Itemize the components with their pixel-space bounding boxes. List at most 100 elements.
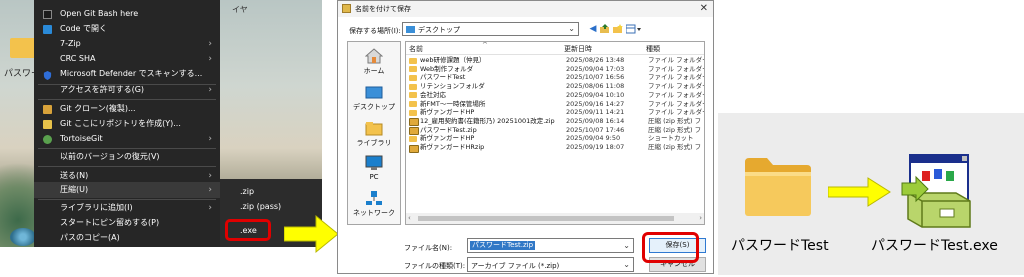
exe-highlight-box xyxy=(225,219,271,241)
view-menu-icon[interactable] xyxy=(625,24,642,34)
scroll-right-icon[interactable]: › xyxy=(699,214,702,222)
menu-item-pin-to-start[interactable]: スタートにピン留めする(P) xyxy=(34,215,220,231)
file-type: ファイル フォルダー xyxy=(648,56,705,64)
network-icon xyxy=(365,190,383,206)
file-name: 新ヴァンガードHP xyxy=(420,134,475,143)
menu-item-add-to-library[interactable]: ライブラリに追加(I) › xyxy=(34,200,220,216)
place-library[interactable]: ライブラリ xyxy=(348,120,400,148)
file-row[interactable]: web研修課題（仲見） 2025/08/26 13:48 ファイル フォルダー xyxy=(406,56,704,65)
file-name: パスワードTest.zip xyxy=(420,125,477,134)
menu-item-grant-access[interactable]: アクセスを許可する(G) › xyxy=(34,82,220,98)
menu-separator xyxy=(38,99,216,100)
file-date: 2025/08/06 11:08 xyxy=(566,82,625,91)
file-date: 2025/09/11 14:21 xyxy=(566,108,625,117)
file-row[interactable]: パスワードTest.zip 2025/10/07 17:46 圧縮 (zip 形式)… xyxy=(406,125,704,136)
submenu-item-zip[interactable]: .zip xyxy=(240,187,254,196)
folder-icon xyxy=(409,109,417,116)
chevron-down-icon: ⌄ xyxy=(568,24,575,33)
file-name: リテンションフォルダ xyxy=(420,82,485,91)
desktop-icon xyxy=(365,84,383,100)
tortoisegit-icon xyxy=(43,135,52,144)
up-folder-icon[interactable] xyxy=(600,24,610,34)
file-type: 圧縮 (zip 形式) フ xyxy=(648,143,702,151)
menu-item-open-git-bash[interactable]: Open Git Bash here xyxy=(34,6,220,22)
menu-item-git-clone[interactable]: Git クローン(複製)... xyxy=(34,101,220,117)
filename-input[interactable]: パスワードTest.zip ⌄ xyxy=(467,238,634,253)
file-row[interactable]: 新FMT～一時保管場所 2025/09/16 14:27 ファイル フォルダー xyxy=(406,100,704,109)
place-home[interactable]: ホーム xyxy=(348,48,400,76)
menu-item-restore-previous[interactable]: 以前のバージョンの復元(V) xyxy=(34,149,220,165)
folder-icon xyxy=(409,74,417,81)
file-row[interactable]: 新ヴァンガードHRzip 2025/09/19 18:07 圧縮 (zip 形式) … xyxy=(406,143,704,153)
save-location-combo[interactable]: デスクトップ ⌄ xyxy=(402,22,579,36)
file-row[interactable]: 新ヴァンガードHP 2025/09/11 14:21 ファイル フォルダー xyxy=(406,108,704,117)
back-icon[interactable]: ◀ xyxy=(588,24,598,34)
horizontal-scrollbar[interactable]: ‹ › xyxy=(406,213,704,224)
submenu-item-zip-pass[interactable]: .zip (pass) xyxy=(240,202,281,211)
menu-item-crc-sha[interactable]: CRC SHA › xyxy=(34,51,220,67)
desktop-folder-icon[interactable] xyxy=(10,38,36,58)
scrollbar-thumb[interactable] xyxy=(418,216,674,221)
scroll-left-icon[interactable]: ‹ xyxy=(408,214,411,222)
dialog-titlebar[interactable]: 名前を付けて保存 ✕ xyxy=(338,1,713,17)
filename-label: ファイル名(N): xyxy=(404,244,453,252)
chevron-right-icon: › xyxy=(208,203,212,213)
save-location-value: デスクトップ xyxy=(418,26,460,34)
git-clone-icon xyxy=(43,105,52,114)
place-network[interactable]: ネットワーク xyxy=(348,190,400,218)
file-type: ファイル フォルダー xyxy=(648,108,705,117)
file-name: 12_雇用契約書(在籍形乃) 20251001改定.zip xyxy=(420,116,555,125)
file-row[interactable]: パスワードTest 2025/10/07 16:56 ファイル フォルダー xyxy=(406,73,704,82)
file-row[interactable]: 新ヴァンガードHP 2025/09/04 9:50 ショートカット xyxy=(406,134,704,143)
menu-item-tortoisegit[interactable]: TortoiseGit › xyxy=(34,131,220,147)
chevron-right-icon: › xyxy=(208,39,212,49)
file-date: 2025/09/19 18:07 xyxy=(566,143,625,151)
menu-item-compress[interactable]: 圧縮(U) › xyxy=(34,182,220,198)
arrow-right-icon xyxy=(828,177,891,207)
menu-item-copy-path[interactable]: パスのコピー(A) xyxy=(34,230,220,246)
file-list: 名前 ^ 更新日時 種類 web研修課題（仲見） 2025/08/26 13:48… xyxy=(405,41,705,225)
menu-item-git-create-repo[interactable]: Git ここにリポジトリを作成(Y)... xyxy=(34,116,220,132)
folder-icon xyxy=(409,83,417,90)
file-type: ファイル フォルダー xyxy=(648,99,705,108)
column-header-date[interactable]: 更新日時 xyxy=(564,44,592,54)
close-icon[interactable]: ✕ xyxy=(700,3,708,14)
git-bash-icon xyxy=(43,10,52,19)
new-folder-icon[interactable] xyxy=(613,24,623,34)
menu-item-defender-scan[interactable]: Microsoft Defender でスキャンする... xyxy=(34,66,220,82)
shortcut-icon xyxy=(409,135,417,142)
file-name: 新ヴァンガードHRzip xyxy=(420,143,485,151)
chevron-right-icon: › xyxy=(208,134,212,144)
file-date: 2025/09/04 9:50 xyxy=(566,134,621,143)
file-name: 新ヴァンガードHP xyxy=(420,108,475,117)
place-pc[interactable]: PC xyxy=(348,155,400,181)
folder-icon[interactable] xyxy=(743,156,813,218)
file-type: 圧縮 (zip 形式) フ xyxy=(648,125,702,134)
menu-item-open-with-code[interactable]: Code で開く xyxy=(34,21,220,37)
file-name: web研修課題（仲見） xyxy=(420,56,486,64)
library-icon xyxy=(365,120,383,136)
save-highlight-box xyxy=(642,232,699,263)
filetype-select[interactable]: アーカイブ ファイル (*.zip) ⌄ xyxy=(467,257,634,272)
dialog-app-icon xyxy=(342,4,351,13)
file-name: パスワードTest xyxy=(420,73,466,82)
filetype-value: アーカイブ ファイル (*.zip) xyxy=(471,262,560,270)
result-panel: パスワードTest パスワードTest.exe xyxy=(718,113,1024,275)
file-type: ファイル フォルダー xyxy=(648,90,705,99)
header-divider xyxy=(406,54,704,55)
chevron-right-icon: › xyxy=(208,54,212,64)
file-row[interactable]: 12_雇用契約書(在籍形乃) 20251001改定.zip 2025/09/08 … xyxy=(406,116,704,127)
file-date: 2025/09/04 17:03 xyxy=(566,64,625,73)
menu-item-7zip[interactable]: 7-Zip › xyxy=(34,36,220,52)
chevron-down-icon[interactable]: ⌄ xyxy=(623,241,630,250)
place-desktop[interactable]: デスクトップ xyxy=(348,84,400,112)
desktop-app-icon[interactable] xyxy=(10,228,36,246)
self-extracting-exe-icon[interactable] xyxy=(900,153,976,229)
save-location-label: 保存する場所(I): xyxy=(349,27,401,35)
file-row[interactable]: リテンションフォルダ 2025/08/06 11:08 ファイル フォルダー xyxy=(406,82,704,91)
arrow-right-icon xyxy=(284,214,339,254)
column-header-type[interactable]: 種類 xyxy=(646,44,660,54)
column-header-name[interactable]: 名前 xyxy=(409,44,423,54)
file-row[interactable]: 会社対応 2025/09/04 10:10 ファイル フォルダー xyxy=(406,91,704,100)
file-date: 2025/10/07 17:46 xyxy=(566,125,625,134)
